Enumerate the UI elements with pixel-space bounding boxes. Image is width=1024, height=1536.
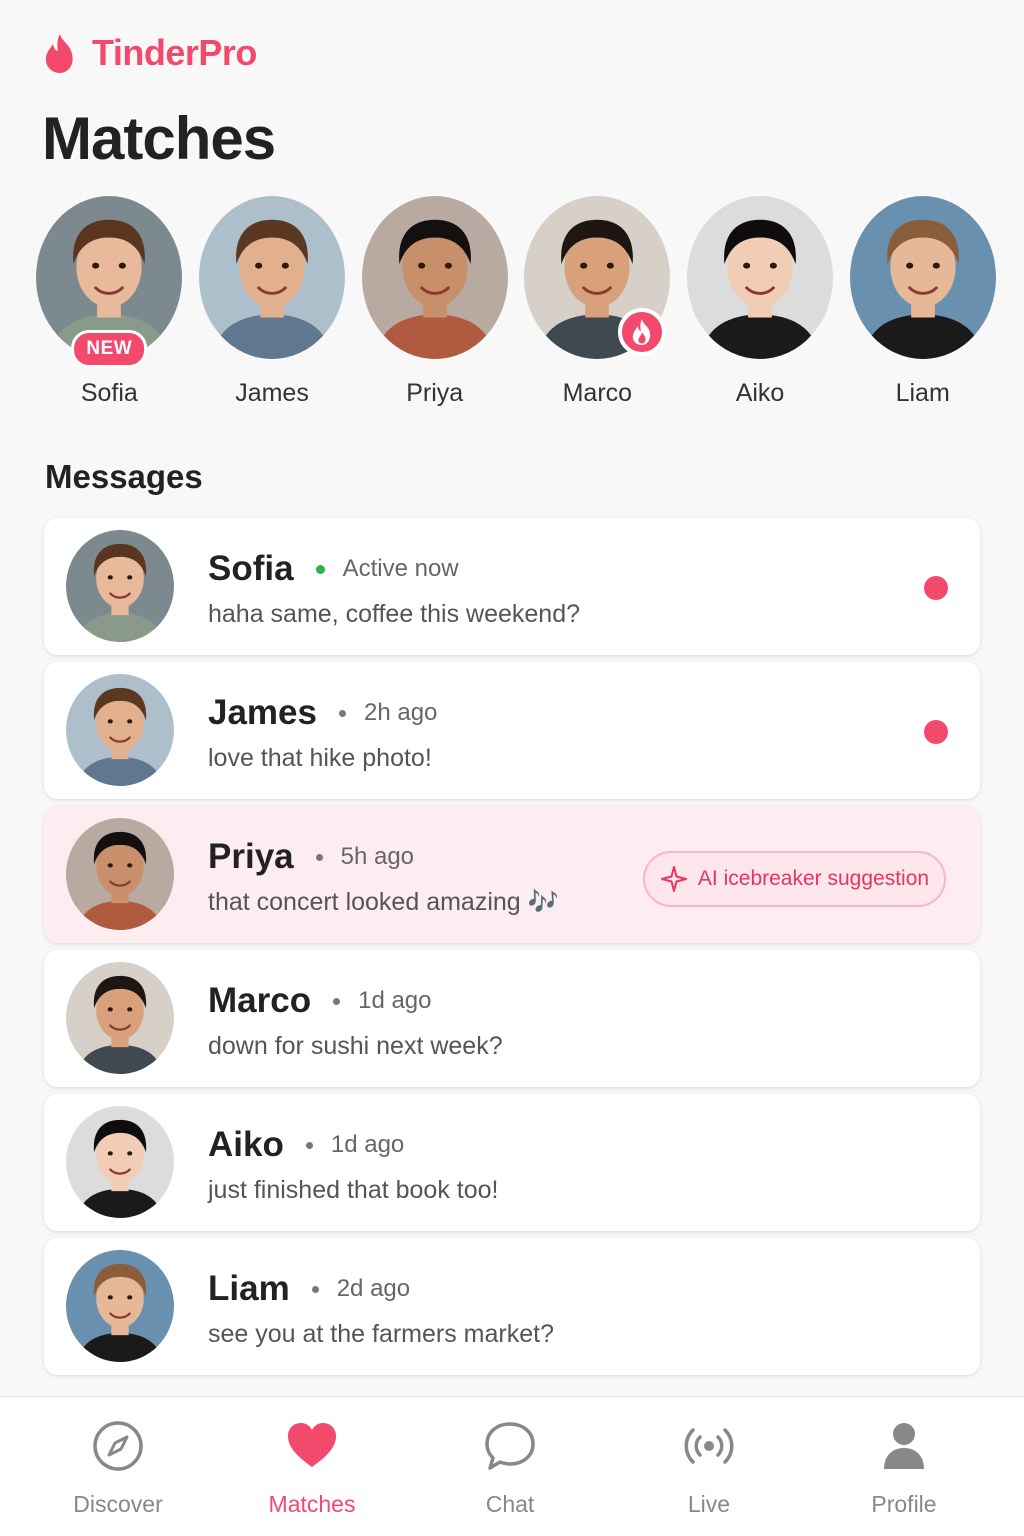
avatar <box>199 196 345 359</box>
match-avatar-james[interactable]: James <box>191 196 354 416</box>
broadcast-icon <box>684 1428 734 1464</box>
nav-live[interactable]: Live <box>629 1419 789 1518</box>
contact-name: Marco <box>208 981 312 1020</box>
message-preview: down for sushi next week? <box>208 1032 503 1060</box>
message-preview: just finished that book too! <box>208 1176 499 1204</box>
conversation-priya[interactable]: Priya 5h ago that concert looked amazing… <box>44 806 980 943</box>
avatar <box>66 818 174 930</box>
match-avatar-marco[interactable]: Marco <box>516 196 679 416</box>
heart-icon <box>288 1423 336 1467</box>
avatar <box>66 674 174 786</box>
contact-name: James <box>208 693 317 732</box>
message-preview: that concert looked amazing 🎶 <box>208 888 559 916</box>
app-name: TinderPro <box>92 32 257 73</box>
contact-name: Aiko <box>208 1125 284 1164</box>
match-avatar-liam[interactable]: Liam <box>841 196 1004 416</box>
compass-icon <box>93 1421 143 1471</box>
status-text: Active now <box>342 555 459 582</box>
new-badge: NEW <box>71 330 148 368</box>
match-name: Marco <box>562 379 633 407</box>
nav-label: Discover <box>73 1491 163 1517</box>
match-name: Priya <box>406 379 464 407</box>
flame-badge-icon <box>618 308 667 356</box>
sparkle-icon <box>660 866 687 892</box>
nav-profile[interactable]: Profile <box>824 1419 984 1518</box>
bottom-nav: Discover Matches Chat Live Profile <box>0 1396 1024 1536</box>
online-status-icon <box>315 564 325 574</box>
message-preview: see you at the farmers market? <box>208 1320 554 1348</box>
matches-carousel: NEW Sofia James Priya Marco Aiko Liam <box>28 196 1004 416</box>
message-preview: love that hike photo! <box>208 744 432 772</box>
avatar <box>66 530 174 642</box>
chat-bubble-icon <box>485 1422 535 1470</box>
conversation-marco[interactable]: Marco 1d ago down for sushi next week? <box>44 950 980 1087</box>
nav-chat[interactable]: Chat <box>430 1419 590 1518</box>
avatar <box>66 1106 174 1218</box>
person-icon <box>884 1423 924 1469</box>
conversation-aiko[interactable]: Aiko 1d ago just finished that book too! <box>44 1094 980 1231</box>
timestamp: 1d ago <box>330 1131 405 1158</box>
message-preview: haha same, coffee this weekend? <box>208 600 581 628</box>
avatar <box>849 196 996 359</box>
nav-discover[interactable]: Discover <box>38 1419 198 1518</box>
conversation-sofia[interactable]: Sofia Active now haha same, coffee this … <box>44 518 980 655</box>
separator-dot <box>333 997 341 1005</box>
avatar <box>687 196 834 359</box>
nav-label: Matches <box>268 1491 356 1517</box>
avatar <box>361 196 508 359</box>
timestamp: 1d ago <box>358 987 432 1014</box>
conversation-james[interactable]: James 2h ago love that hike photo! <box>44 662 980 799</box>
app-brand: TinderPro <box>42 32 257 74</box>
match-name: James <box>235 379 309 407</box>
avatar <box>66 1250 174 1362</box>
page-title: Matches <box>42 105 276 172</box>
unread-dot-icon <box>924 576 948 600</box>
separator-dot <box>315 853 323 861</box>
match-avatar-priya[interactable]: Priya <box>353 196 516 416</box>
messages-heading: Messages <box>45 458 203 495</box>
flame-logo-icon <box>45 34 73 73</box>
separator-dot <box>305 1141 313 1149</box>
contact-name: Sofia <box>208 549 294 588</box>
separator-dot <box>338 709 346 717</box>
contact-name: Priya <box>208 837 294 876</box>
match-name: Liam <box>895 379 950 407</box>
ai-icebreaker-button[interactable]: AI icebreaker suggestion <box>643 851 946 907</box>
timestamp: 2h ago <box>363 699 438 726</box>
timestamp: 5h ago <box>340 843 415 870</box>
match-avatar-sofia[interactable]: NEW Sofia <box>28 196 191 416</box>
unread-dot-icon <box>924 720 948 744</box>
contact-name: Liam <box>208 1269 290 1308</box>
nav-label: Profile <box>871 1491 937 1517</box>
match-name: Aiko <box>735 379 785 407</box>
conversation-liam[interactable]: Liam 2d ago see you at the farmers marke… <box>44 1238 980 1375</box>
avatar <box>66 962 174 1074</box>
timestamp: 2d ago <box>336 1275 411 1302</box>
nav-label: Live <box>687 1491 731 1517</box>
nav-label: Chat <box>485 1491 535 1517</box>
separator-dot <box>311 1285 319 1293</box>
match-name: Sofia <box>80 379 138 407</box>
match-avatar-aiko[interactable]: Aiko <box>679 196 842 416</box>
ai-chip-label: AI icebreaker suggestion <box>697 867 930 890</box>
messages-list: Sofia Active now haha same, coffee this … <box>44 518 980 1382</box>
nav-matches[interactable]: Matches <box>232 1419 392 1518</box>
